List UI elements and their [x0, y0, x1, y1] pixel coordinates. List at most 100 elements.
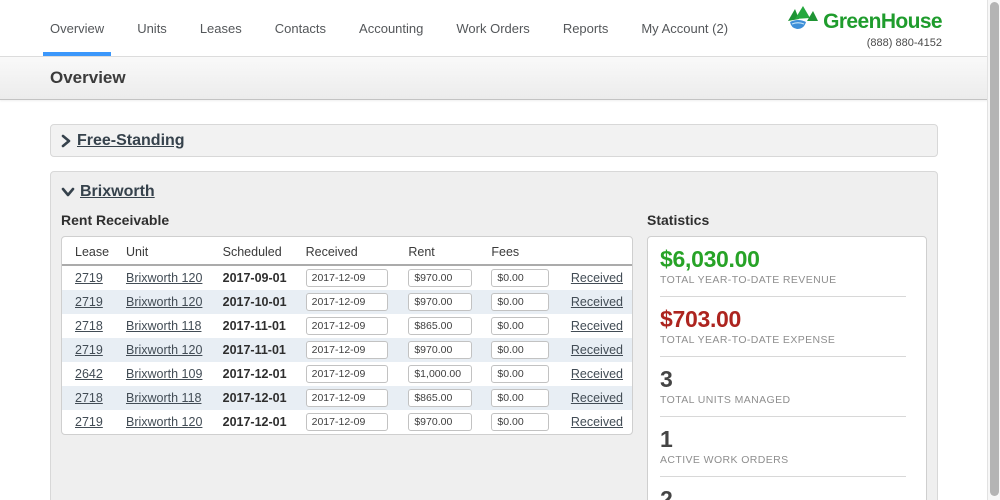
scheduled-date: 2017-12-01	[217, 362, 300, 386]
rent-amount-input[interactable]	[408, 293, 472, 311]
stat-units-managed: 3 TOTAL UNITS MANAGED	[660, 367, 910, 406]
brand-block: GreenHouse (888) 880-4152	[784, 7, 942, 49]
received-date-input[interactable]	[306, 293, 388, 311]
table-row: 2719 Brixworth 120 2017-10-01 Received	[62, 290, 632, 314]
nav-item-my-account[interactable]: My Account (2)	[641, 0, 728, 57]
accordion-brixworth[interactable]: Brixworth	[61, 181, 927, 203]
received-date-input[interactable]	[306, 365, 388, 383]
page-title-bar: Overview	[0, 57, 1000, 100]
vertical-scrollbar-thumb[interactable]	[990, 2, 999, 496]
received-action-link[interactable]: Received	[571, 391, 623, 405]
scheduled-date: 2017-11-01	[217, 314, 300, 338]
rent-amount-input[interactable]	[408, 269, 472, 287]
fees-amount-input[interactable]	[491, 317, 549, 335]
stat-value: $703.00	[660, 307, 910, 331]
rent-amount-input[interactable]	[408, 341, 472, 359]
unit-link[interactable]: Brixworth 120	[126, 415, 202, 429]
received-action-link[interactable]: Received	[571, 343, 623, 357]
received-action-link[interactable]: Received	[571, 295, 623, 309]
lease-link[interactable]: 2719	[75, 415, 103, 429]
nav-item-contacts[interactable]: Contacts	[275, 0, 326, 57]
main-content: Free-Standing Brixworth Rent Receivable	[0, 100, 1000, 500]
col-header-unit: Unit	[120, 238, 217, 265]
rent-receivable-card: Lease Unit Scheduled Received Rent Fees	[61, 236, 633, 435]
table-row: 2719 Brixworth 120 2017-12-01 Received	[62, 410, 632, 434]
received-action-link[interactable]: Received	[571, 319, 623, 333]
received-date-input[interactable]	[306, 341, 388, 359]
received-date-input[interactable]	[306, 413, 388, 431]
col-header-received: Received	[300, 238, 403, 265]
nav-item-units[interactable]: Units	[137, 0, 167, 57]
stat-label: TOTAL YEAR-TO-DATE EXPENSE	[660, 334, 910, 346]
lease-link[interactable]: 2718	[75, 391, 103, 405]
accordion-free-standing-label[interactable]: Free-Standing	[77, 132, 185, 150]
chevron-down-icon	[61, 186, 75, 198]
divider	[660, 356, 906, 357]
lease-link[interactable]: 2642	[75, 367, 103, 381]
scheduled-date: 2017-12-01	[217, 410, 300, 434]
fees-amount-input[interactable]	[491, 341, 549, 359]
nav-item-reports[interactable]: Reports	[563, 0, 609, 57]
received-action-link[interactable]: Received	[571, 271, 623, 285]
received-action-link[interactable]: Received	[571, 415, 623, 429]
accordion-free-standing[interactable]: Free-Standing	[50, 124, 938, 157]
scheduled-date: 2017-10-01	[217, 290, 300, 314]
table-row: 2718 Brixworth 118 2017-11-01 Received	[62, 314, 632, 338]
stat-partial: 2	[660, 487, 910, 500]
fees-amount-input[interactable]	[491, 413, 549, 431]
section-brixworth: Brixworth Rent Receivable Lease Unit Sch…	[50, 171, 938, 500]
col-header-lease: Lease	[62, 238, 120, 265]
fees-amount-input[interactable]	[491, 293, 549, 311]
unit-link[interactable]: Brixworth 118	[126, 391, 202, 405]
stat-label: ACTIVE WORK ORDERS	[660, 454, 910, 466]
scheduled-date: 2017-12-01	[217, 386, 300, 410]
nav-item-leases[interactable]: Leases	[200, 0, 242, 57]
rent-amount-input[interactable]	[408, 317, 472, 335]
unit-link[interactable]: Brixworth 120	[126, 343, 202, 357]
lease-link[interactable]: 2719	[75, 271, 103, 285]
table-row: 2718 Brixworth 118 2017-12-01 Received	[62, 386, 632, 410]
table-row: 2719 Brixworth 120 2017-09-01 Received	[62, 265, 632, 290]
col-header-rent: Rent	[402, 238, 485, 265]
col-header-action	[562, 238, 632, 265]
stat-active-work-orders: 1 ACTIVE WORK ORDERS	[660, 427, 910, 466]
unit-link[interactable]: Brixworth 118	[126, 319, 202, 333]
chevron-right-icon	[60, 134, 72, 148]
nav-item-accounting[interactable]: Accounting	[359, 0, 423, 57]
divider	[660, 416, 906, 417]
stat-ytd-expense: $703.00 TOTAL YEAR-TO-DATE EXPENSE	[660, 307, 910, 346]
stat-ytd-revenue: $6,030.00 TOTAL YEAR-TO-DATE REVENUE	[660, 247, 910, 286]
stat-value: $6,030.00	[660, 247, 910, 271]
scheduled-date: 2017-11-01	[217, 338, 300, 362]
rent-amount-input[interactable]	[408, 365, 472, 383]
divider	[660, 476, 906, 477]
fees-amount-input[interactable]	[491, 365, 549, 383]
rent-receivable-table: Lease Unit Scheduled Received Rent Fees	[62, 238, 632, 434]
unit-link[interactable]: Brixworth 120	[126, 295, 202, 309]
lease-link[interactable]: 2719	[75, 343, 103, 357]
received-date-input[interactable]	[306, 389, 388, 407]
col-header-scheduled: Scheduled	[217, 238, 300, 265]
lease-link[interactable]: 2718	[75, 319, 103, 333]
lease-link[interactable]: 2719	[75, 295, 103, 309]
app-window: Overview Units Leases Contacts Accountin…	[0, 0, 1000, 500]
rent-amount-input[interactable]	[408, 389, 472, 407]
brand-name[interactable]: GreenHouse	[823, 10, 942, 34]
received-date-input[interactable]	[306, 269, 388, 287]
unit-link[interactable]: Brixworth 120	[126, 271, 202, 285]
accordion-brixworth-label[interactable]: Brixworth	[80, 183, 155, 201]
brand-phone: (888) 880-4152	[784, 37, 942, 49]
vertical-scrollbar-track[interactable]	[987, 0, 1000, 500]
unit-link[interactable]: Brixworth 109	[126, 367, 202, 381]
stat-label: TOTAL YEAR-TO-DATE REVENUE	[660, 274, 910, 286]
nav-item-overview[interactable]: Overview	[50, 0, 104, 57]
received-action-link[interactable]: Received	[571, 367, 623, 381]
fees-amount-input[interactable]	[491, 269, 549, 287]
stat-value: 3	[660, 367, 910, 391]
rent-receivable-title: Rent Receivable	[61, 212, 633, 228]
received-date-input[interactable]	[306, 317, 388, 335]
rent-amount-input[interactable]	[408, 413, 472, 431]
nav-item-work-orders[interactable]: Work Orders	[456, 0, 529, 57]
fees-amount-input[interactable]	[491, 389, 549, 407]
top-navigation: Overview Units Leases Contacts Accountin…	[0, 0, 1000, 57]
